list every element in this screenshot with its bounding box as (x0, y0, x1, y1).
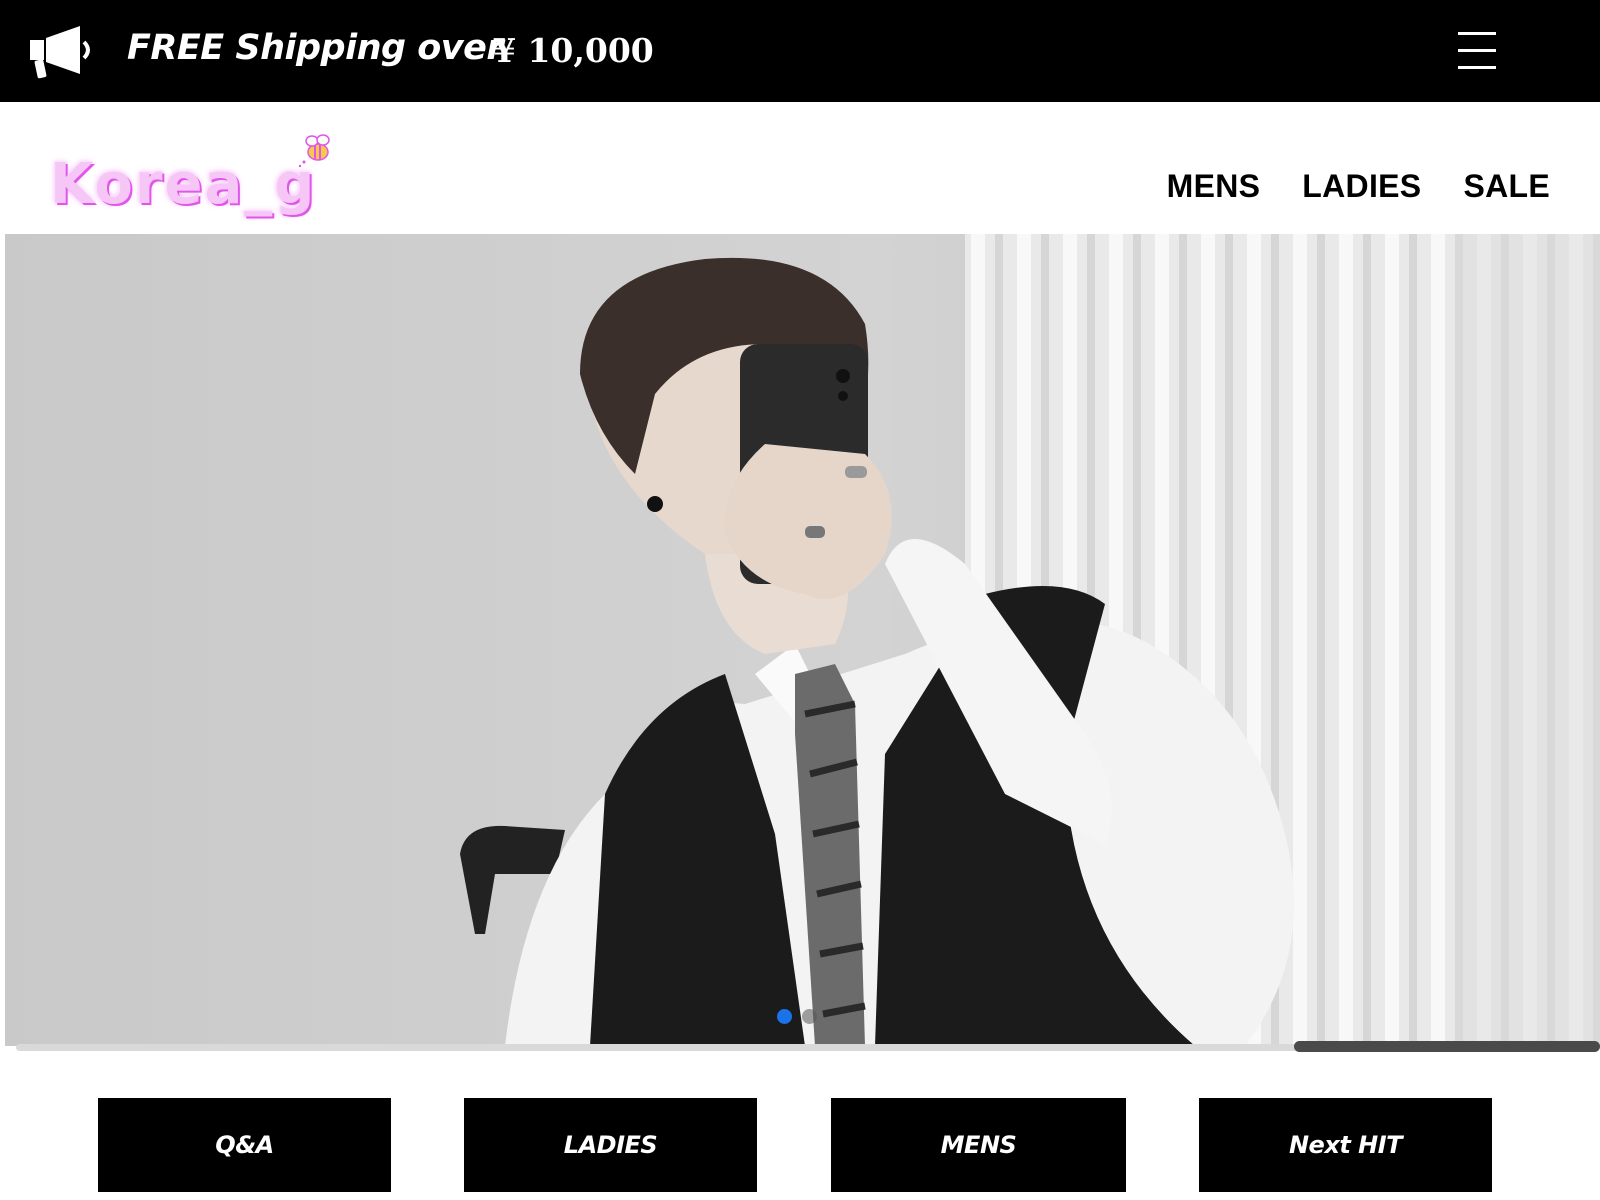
slider-scrollbar-thumb[interactable] (1294, 1041, 1600, 1052)
slider-dots (777, 1009, 817, 1024)
main-nav: MENS LADIES SALE (1167, 168, 1550, 205)
megaphone-icon (30, 26, 90, 79)
mens-button[interactable]: MENS (831, 1098, 1126, 1192)
shipping-amount: ¥ 10,000 (493, 31, 654, 70)
qa-button[interactable]: Q&A (98, 1098, 391, 1192)
hero-slide-photo (5, 234, 1600, 1046)
next-hit-button[interactable]: Next HIT (1199, 1098, 1492, 1192)
hamburger-menu-icon[interactable] (1458, 30, 1496, 72)
shipping-text: FREE Shipping over (127, 28, 504, 68)
nav-mens[interactable]: MENS (1167, 168, 1261, 205)
announcement-bar: FREE Shipping over ¥ 10,000 (0, 0, 1600, 102)
slider-dot-2[interactable] (802, 1009, 817, 1024)
nav-sale[interactable]: SALE (1463, 168, 1550, 205)
nav-ladies[interactable]: LADIES (1302, 168, 1421, 205)
site-logo[interactable]: Korea_g (48, 130, 348, 225)
bee-icon (298, 134, 330, 168)
hero-slider[interactable] (5, 234, 1600, 1046)
slider-dot-1[interactable] (777, 1009, 792, 1024)
ladies-button[interactable]: LADIES (464, 1098, 757, 1192)
logo-text: Korea_g (50, 152, 317, 217)
